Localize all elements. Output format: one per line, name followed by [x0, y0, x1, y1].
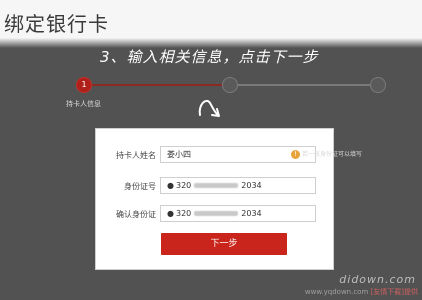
footer-watermark: www.yqdown.com [友情下载]提供: [305, 287, 418, 297]
confirm-id-end: 2034: [241, 209, 262, 218]
arrow-doodle-icon: [198, 99, 220, 117]
cardholder-name-value: 娄小四: [167, 150, 191, 159]
confirm-id-field[interactable]: ● 320 2034: [160, 205, 316, 222]
confirm-id-dot-icon: ●: [167, 209, 174, 218]
id-number-dot-icon: ●: [167, 181, 174, 190]
cardholder-tip-text: 若一张身份证可以填写: [302, 151, 363, 158]
info-icon: !: [291, 150, 300, 159]
step-1-label: 持卡人信息: [66, 100, 101, 108]
page-title: 绑定银行卡: [4, 12, 109, 36]
id-number-label: 身份证号: [124, 182, 156, 191]
step-2-indicator: [222, 77, 238, 93]
id-number-field[interactable]: ● 320 2034: [160, 177, 316, 194]
footer-watermark-url: www.yqdown.com: [304, 288, 369, 296]
next-step-button[interactable]: 下一步: [161, 233, 287, 255]
cardholder-name-label: 持卡人姓名: [116, 151, 156, 160]
id-number-start: 320: [175, 181, 192, 190]
progress-track-active: [84, 84, 224, 86]
id-number-redaction: [194, 183, 239, 188]
cardholder-tip: ! 若一张身份证可以填写: [291, 149, 362, 159]
instruction-text: 3、输入相关信息，点击下一步: [100, 48, 319, 66]
footer-watermark-brand: [友情下载]提供: [370, 288, 418, 296]
confirm-id-redaction: [194, 211, 239, 216]
confirm-id-start: 320: [175, 209, 192, 218]
id-number-end: 2034: [241, 181, 262, 190]
step-3-indicator: [370, 77, 386, 93]
confirm-id-label: 确认身份证: [116, 210, 156, 219]
step-1-indicator: 1: [76, 77, 92, 93]
site-watermark: didown.com: [339, 273, 416, 286]
